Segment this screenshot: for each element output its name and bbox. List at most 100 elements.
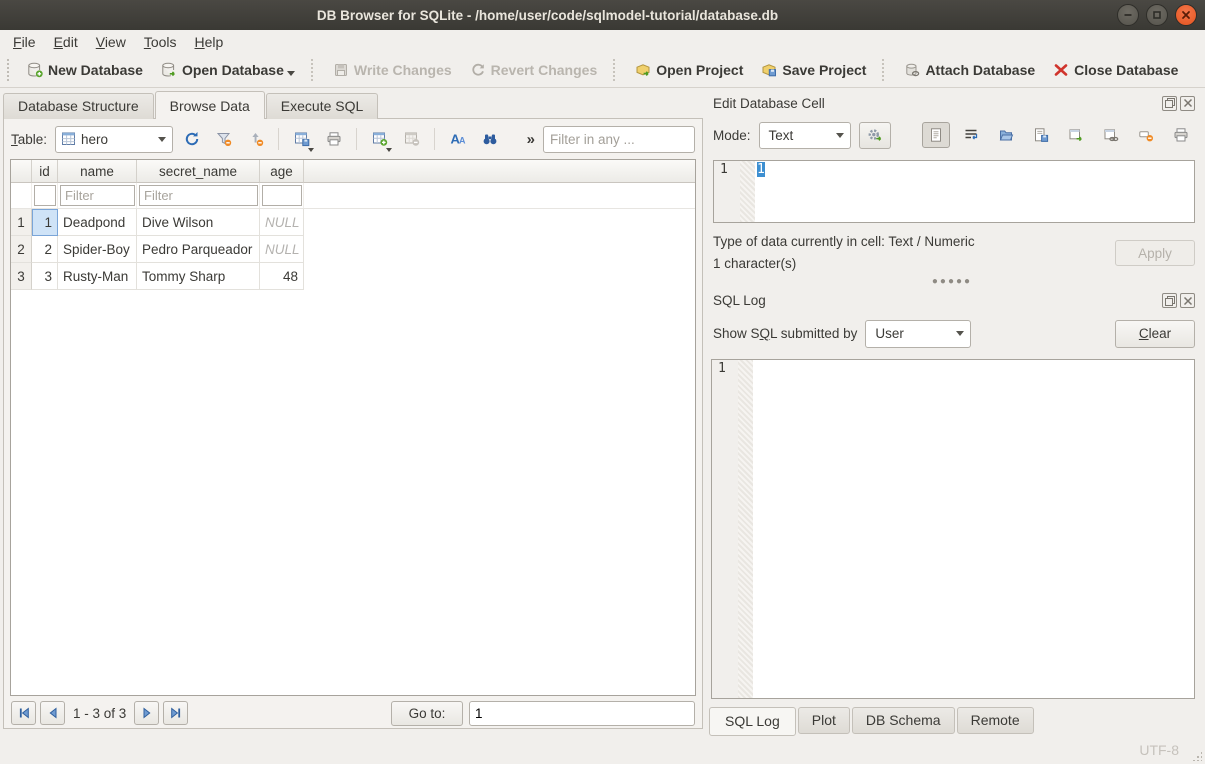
dock-splitter[interactable]: ●●●●● xyxy=(707,276,1197,288)
row-number[interactable]: 3 xyxy=(11,263,32,290)
toolbar-overflow-chevron[interactable]: » xyxy=(527,131,535,148)
filter-input-secret-name[interactable] xyxy=(139,185,258,206)
tab-remote[interactable]: Remote xyxy=(957,707,1034,734)
print-cell-button[interactable] xyxy=(1167,122,1195,148)
tab-plot[interactable]: Plot xyxy=(798,707,850,734)
tab-sql-log[interactable]: SQL Log xyxy=(709,707,796,736)
write-changes-button[interactable]: Write Changes xyxy=(326,58,459,82)
cell-secret-name[interactable]: Pedro Parqueador xyxy=(137,236,260,263)
open-project-button[interactable]: Open Project xyxy=(628,58,750,82)
close-dock-button[interactable] xyxy=(1180,96,1195,111)
word-wrap-button[interactable] xyxy=(957,122,985,148)
mode-select-arrow-icon[interactable] xyxy=(830,123,850,148)
mode-select[interactable]: Text xyxy=(759,122,851,149)
tab-browse-data[interactable]: Browse Data xyxy=(155,91,265,119)
filter-input-age[interactable] xyxy=(262,185,302,206)
apply-button[interactable]: Apply xyxy=(1115,240,1195,266)
minimize-button[interactable] xyxy=(1117,4,1139,26)
menu-help[interactable]: Help xyxy=(186,32,233,52)
text-mode-button[interactable] xyxy=(922,122,950,148)
save-table-dropdown-caret[interactable] xyxy=(308,148,314,152)
row-number[interactable]: 2 xyxy=(11,236,32,263)
sql-log-editor[interactable]: 1 xyxy=(711,359,1195,699)
filter-input-name[interactable] xyxy=(60,185,135,206)
toolbar-drag-handle[interactable] xyxy=(7,59,13,81)
float-dock-button[interactable] xyxy=(1162,96,1177,111)
tab-database-structure[interactable]: Database Structure xyxy=(3,93,154,119)
font-settings-button[interactable]: A A xyxy=(445,126,471,152)
set-null-button[interactable] xyxy=(1132,122,1160,148)
grid-corner-header[interactable] xyxy=(11,160,32,183)
menu-tools[interactable]: Tools xyxy=(135,32,186,52)
clear-filters-button[interactable] xyxy=(211,126,237,152)
goto-input[interactable] xyxy=(469,701,695,726)
refresh-button[interactable] xyxy=(179,126,205,152)
cell-name[interactable]: Deadpond xyxy=(58,209,137,236)
cell-editor-text[interactable]: 1 xyxy=(755,161,1194,222)
find-button[interactable] xyxy=(477,126,503,152)
auto-apply-button[interactable] xyxy=(859,122,891,149)
revert-changes-button[interactable]: Revert Changes xyxy=(463,58,605,82)
cell-char-count: 1 character(s) xyxy=(713,253,1115,275)
sql-log-filter-arrow-icon[interactable] xyxy=(950,321,970,347)
close-dock-button[interactable] xyxy=(1180,293,1195,308)
new-database-button[interactable]: New Database xyxy=(20,58,150,82)
maximize-button[interactable] xyxy=(1146,4,1168,26)
menu-edit[interactable]: Edit xyxy=(45,32,87,52)
cell-id[interactable]: 2 xyxy=(32,236,58,263)
attach-database-button[interactable]: Attach Database xyxy=(897,58,1042,82)
float-dock-button[interactable] xyxy=(1162,293,1177,308)
copy-to-clipboard-button[interactable] xyxy=(1062,122,1090,148)
cell-id[interactable]: 1 xyxy=(32,209,58,236)
previous-record-button[interactable] xyxy=(40,701,65,725)
first-record-button[interactable] xyxy=(11,701,36,725)
insert-record-button[interactable] xyxy=(367,126,393,152)
open-database-dropdown-caret[interactable] xyxy=(287,71,295,76)
insert-record-dropdown-caret[interactable] xyxy=(386,148,392,152)
filter-any-input[interactable] xyxy=(543,126,695,153)
cell-age[interactable]: 48 xyxy=(260,263,304,290)
print-table-button[interactable] xyxy=(321,126,347,152)
menu-file[interactable]: File xyxy=(4,32,45,52)
delete-record-button[interactable] xyxy=(399,126,425,152)
cell-secret-name[interactable]: Dive Wilson xyxy=(137,209,260,236)
import-data-button[interactable] xyxy=(992,122,1020,148)
filter-cell-corner xyxy=(11,183,32,208)
export-data-button[interactable] xyxy=(1027,122,1055,148)
sql-log-filter-select[interactable]: User xyxy=(865,320,971,348)
column-header-secret-name[interactable]: secret_name xyxy=(137,160,260,183)
table-select-arrow-icon[interactable] xyxy=(152,127,172,152)
titlebar[interactable]: DB Browser for SQLite - /home/user/code/… xyxy=(0,0,1205,30)
open-in-external-button[interactable] xyxy=(1097,122,1125,148)
next-record-button[interactable] xyxy=(134,701,159,725)
tab-execute-sql[interactable]: Execute SQL xyxy=(266,93,379,119)
tab-db-schema[interactable]: DB Schema xyxy=(852,707,955,734)
clear-log-button[interactable]: Clear xyxy=(1115,320,1195,348)
row-number[interactable]: 1 xyxy=(11,209,32,236)
menu-view[interactable]: View xyxy=(87,32,135,52)
resize-grip[interactable] xyxy=(1192,751,1202,761)
close-button[interactable] xyxy=(1175,4,1197,26)
column-header-name[interactable]: name xyxy=(58,160,137,183)
cell-editor[interactable]: 1 1 xyxy=(713,160,1195,223)
column-header-id[interactable]: id xyxy=(32,160,58,183)
last-record-button[interactable] xyxy=(163,701,188,725)
mode-select-value: Text xyxy=(765,128,830,143)
clear-sort-button[interactable] xyxy=(243,126,269,152)
cell-name[interactable]: Rusty-Man xyxy=(58,263,137,290)
cell-secret-name[interactable]: Tommy Sharp xyxy=(137,263,260,290)
cell-age[interactable]: NULL xyxy=(260,209,304,236)
save-project-button[interactable]: Save Project xyxy=(754,58,873,82)
close-database-button[interactable]: Close Database xyxy=(1046,58,1185,82)
goto-button[interactable]: Go to: xyxy=(391,701,463,726)
filter-input-id[interactable] xyxy=(34,185,56,206)
open-database-button[interactable]: Open Database xyxy=(154,58,302,82)
sql-log-text[interactable] xyxy=(753,360,1194,698)
filter-cell-age xyxy=(260,183,304,208)
cell-name[interactable]: Spider-Boy xyxy=(58,236,137,263)
column-header-age[interactable]: age xyxy=(260,160,304,183)
cell-id[interactable]: 3 xyxy=(32,263,58,290)
cell-age[interactable]: NULL xyxy=(260,236,304,263)
table-select[interactable]: hero xyxy=(55,126,173,153)
save-table-button[interactable] xyxy=(289,126,315,152)
